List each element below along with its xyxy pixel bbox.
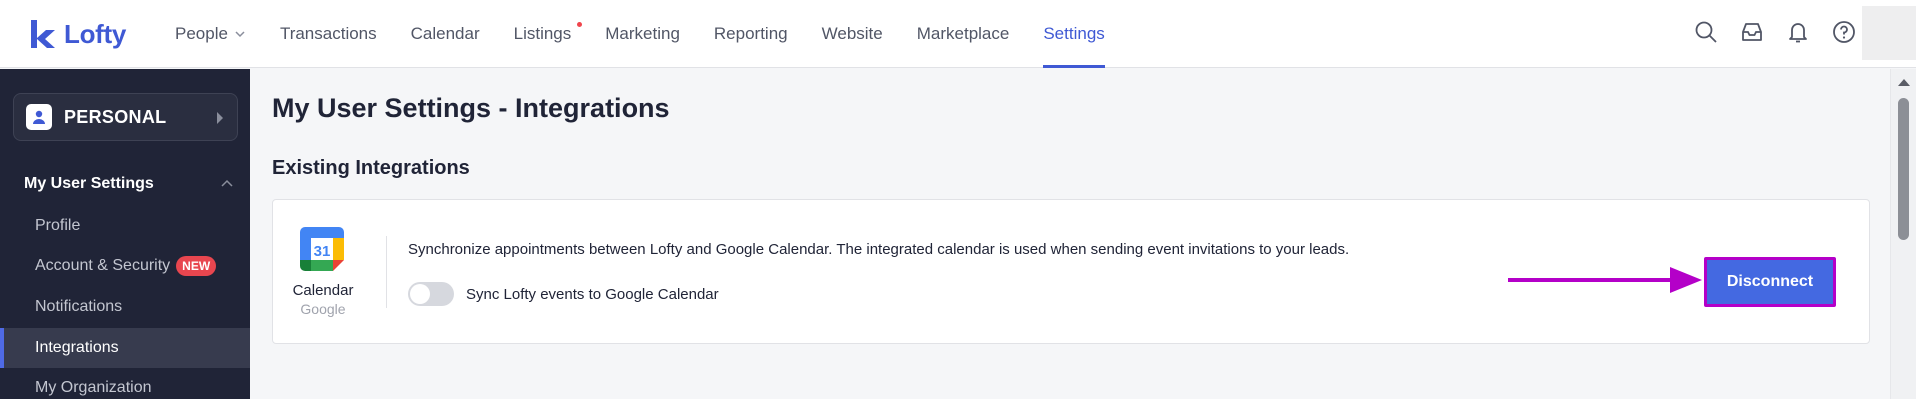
toggle-knob — [410, 284, 430, 304]
nav-reporting-label: Reporting — [713, 24, 788, 43]
nav-listings[interactable]: Listings — [497, 0, 589, 68]
sidebar-item-label: Integrations — [35, 339, 119, 356]
annotation-arrow-icon — [1508, 267, 1702, 293]
account-switcher[interactable]: PERSONAL — [13, 93, 238, 141]
integration-provider: Google — [300, 301, 346, 317]
nav-marketplace[interactable]: Marketplace — [900, 0, 1027, 68]
nav-marketplace-label: Marketplace — [916, 24, 1010, 43]
nav-listings-label: Listings — [513, 24, 572, 43]
sidebar-item-label: Profile — [35, 217, 81, 234]
scrollbar-thumb[interactable] — [1898, 98, 1909, 240]
google-calendar-icon: 31 — [300, 227, 344, 271]
bell-icon[interactable] — [1786, 20, 1810, 44]
lofty-logo[interactable]: Lofty — [28, 16, 126, 52]
brand-name: Lofty — [64, 18, 127, 49]
sidebar-section-my-user-settings[interactable]: My User Settings — [24, 175, 234, 193]
scroll-up-arrow-icon[interactable] — [1898, 79, 1910, 86]
integration-name: Calendar — [292, 282, 354, 299]
person-icon — [26, 104, 52, 130]
disconnect-button[interactable]: Disconnect — [1704, 257, 1836, 307]
nav-settings-label: Settings — [1043, 24, 1105, 43]
lofty-logo-icon — [31, 20, 55, 48]
sidebar-section-title: My User Settings — [24, 175, 154, 192]
nav-people-label: People — [175, 24, 228, 43]
nav-people[interactable]: People — [175, 0, 263, 68]
sidebar-item-integrations[interactable]: Integrations — [0, 328, 250, 368]
sidebar-item-notifications[interactable]: Notifications — [0, 287, 250, 327]
main-content: My User Settings - Integrations Existing… — [250, 69, 1890, 399]
integration-card: 31 Calendar Google Synchronize appointme… — [272, 199, 1870, 344]
caret-right-icon — [217, 112, 223, 124]
sidebar-item-my-organization[interactable]: My Organization — [0, 368, 250, 399]
nav-settings[interactable]: Settings — [1026, 0, 1121, 68]
sidebar-item-account-security[interactable]: Account & Security NEW — [0, 246, 250, 286]
divider — [386, 236, 387, 308]
nav-reporting[interactable]: Reporting — [697, 0, 805, 68]
nav-marketing[interactable]: Marketing — [588, 0, 697, 68]
nav-website-label: Website — [821, 24, 883, 43]
integration-description: Synchronize appointments between Lofty a… — [408, 241, 1350, 258]
nav-website[interactable]: Website — [805, 0, 900, 68]
section-title: Existing Integrations — [272, 157, 470, 179]
search-icon[interactable] — [1694, 20, 1718, 44]
sidebar-item-label: Notifications — [35, 298, 123, 315]
nav-calendar[interactable]: Calendar — [394, 0, 497, 68]
user-avatar[interactable] — [1862, 6, 1916, 60]
nav-calendar-label: Calendar — [410, 24, 480, 43]
help-icon[interactable] — [1832, 20, 1856, 44]
sidebar-item-label: My Organization — [35, 379, 152, 396]
page-title: My User Settings - Integrations — [272, 93, 670, 123]
calendar-day-number: 31 — [314, 243, 331, 260]
new-badge: NEW — [176, 256, 217, 276]
chevron-up-icon — [221, 179, 233, 187]
top-navigation-bar: Lofty People Transactions Calendar Listi… — [0, 0, 1916, 68]
nav-transactions-label: Transactions — [279, 24, 377, 43]
top-right-icons — [1694, 20, 1856, 44]
sidebar-item-label: Account & Security — [35, 257, 171, 274]
sidebar-item-profile[interactable]: Profile — [0, 206, 250, 246]
inbox-icon[interactable] — [1740, 20, 1764, 44]
notification-dot — [576, 22, 582, 27]
sync-toggle-label: Sync Lofty events to Google Calendar — [466, 286, 719, 303]
nav-transactions[interactable]: Transactions — [263, 0, 394, 68]
nav-marketing-label: Marketing — [605, 24, 680, 43]
chevron-down-icon — [235, 31, 245, 38]
settings-sidebar: PERSONAL My User Settings Profile Accoun… — [0, 69, 250, 399]
account-switcher-label: PERSONAL — [64, 106, 167, 127]
sync-toggle[interactable] — [408, 282, 454, 306]
vertical-scrollbar[interactable] — [1890, 69, 1916, 399]
main-nav: People Transactions Calendar Listings Ma… — [175, 0, 1122, 68]
